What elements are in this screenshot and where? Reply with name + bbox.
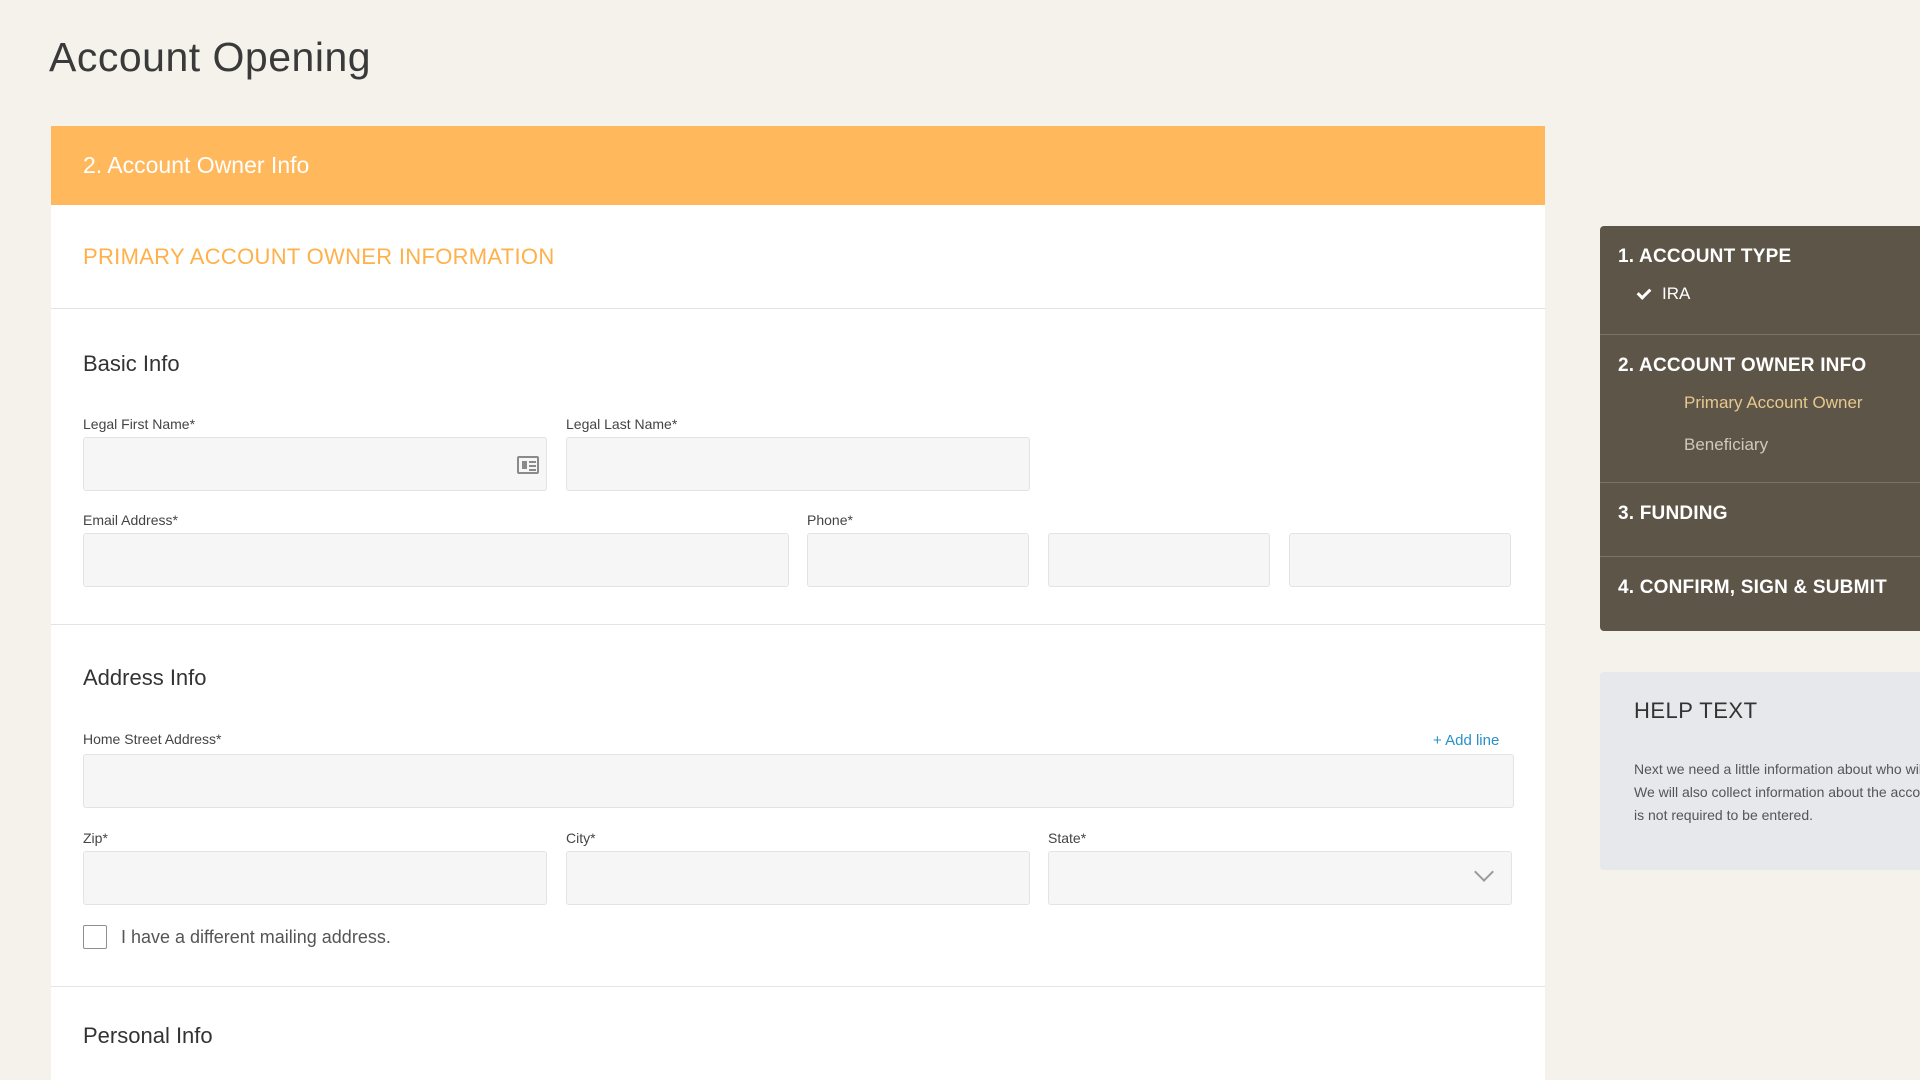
last-name-input[interactable] xyxy=(566,437,1030,491)
mailing-address-label[interactable]: I have a different mailing address. xyxy=(121,927,391,948)
basic-info-section: Basic Info Legal First Name* Legal Last … xyxy=(51,309,1545,625)
step-link-beneficiary[interactable]: Beneficiary xyxy=(1618,435,1902,455)
state-label: State* xyxy=(1048,830,1087,846)
account-opening-page: Account Opening 2. Account Owner Info PR… xyxy=(0,0,1920,1080)
step-title[interactable]: 3. FUNDING xyxy=(1618,503,1902,525)
step-link-primary-owner[interactable]: Primary Account Owner xyxy=(1618,393,1902,413)
street-address-label: Home Street Address* xyxy=(83,731,222,747)
address-info-title: Address Info xyxy=(83,665,207,690)
phone-line-input[interactable] xyxy=(1289,533,1511,587)
page-title: Account Opening xyxy=(49,34,372,80)
add-line-link[interactable]: + Add line xyxy=(1433,732,1499,749)
first-name-input[interactable] xyxy=(83,437,547,491)
basic-info-title: Basic Info xyxy=(83,351,180,376)
help-body: Next we need a little information about … xyxy=(1634,761,1920,823)
phone-prefix-input[interactable] xyxy=(1048,533,1270,587)
checkmark-icon xyxy=(1636,284,1652,300)
mailing-address-checkbox[interactable] xyxy=(83,925,107,949)
personal-info-title: Personal Info xyxy=(83,1023,213,1048)
zip-label: Zip* xyxy=(83,830,108,846)
step-funding[interactable]: 3. FUNDING xyxy=(1600,483,1920,557)
contact-card-icon[interactable] xyxy=(517,456,539,474)
email-label: Email Address* xyxy=(83,512,178,528)
street-address-input[interactable] xyxy=(83,754,1514,808)
step-account-owner-info[interactable]: 2. ACCOUNT OWNER INFO Primary Account Ow… xyxy=(1600,335,1920,483)
help-title: HELP TEXT xyxy=(1634,698,1758,723)
step-confirm-sign-submit[interactable]: 4. CONFIRM, SIGN & SUBMIT xyxy=(1600,557,1920,631)
address-info-section: Address Info Home Street Address* + Add … xyxy=(51,625,1545,987)
last-name-label: Legal Last Name* xyxy=(566,416,678,432)
account-type-value: IRA xyxy=(1662,284,1691,303)
state-select[interactable] xyxy=(1048,851,1512,905)
phone-label: Phone* xyxy=(807,512,853,528)
form-card: 2. Account Owner Info PRIMARY ACCOUNT OW… xyxy=(51,126,1545,1080)
phone-area-input[interactable] xyxy=(807,533,1029,587)
help-panel: HELP TEXT Next we need a little informat… xyxy=(1600,672,1920,870)
step-completed-value: IRA xyxy=(1618,284,1902,304)
form-subheader: PRIMARY ACCOUNT OWNER INFORMATION xyxy=(51,205,1545,309)
email-input[interactable] xyxy=(83,533,789,587)
step-title[interactable]: 2. ACCOUNT OWNER INFO xyxy=(1618,355,1902,377)
form-header: 2. Account Owner Info xyxy=(51,126,1545,205)
step-account-type[interactable]: 1. ACCOUNT TYPE IRA xyxy=(1600,226,1920,335)
steps-nav: 1. ACCOUNT TYPE IRA 2. ACCOUNT OWNER INF… xyxy=(1600,226,1920,631)
step-title[interactable]: 4. CONFIRM, SIGN & SUBMIT xyxy=(1618,577,1902,599)
step-title[interactable]: 1. ACCOUNT TYPE xyxy=(1618,246,1902,268)
first-name-label: Legal First Name* xyxy=(83,416,196,432)
city-label: City* xyxy=(566,830,596,846)
zip-input[interactable] xyxy=(83,851,547,905)
personal-info-section: Personal Info xyxy=(51,987,1545,1080)
city-input[interactable] xyxy=(566,851,1030,905)
